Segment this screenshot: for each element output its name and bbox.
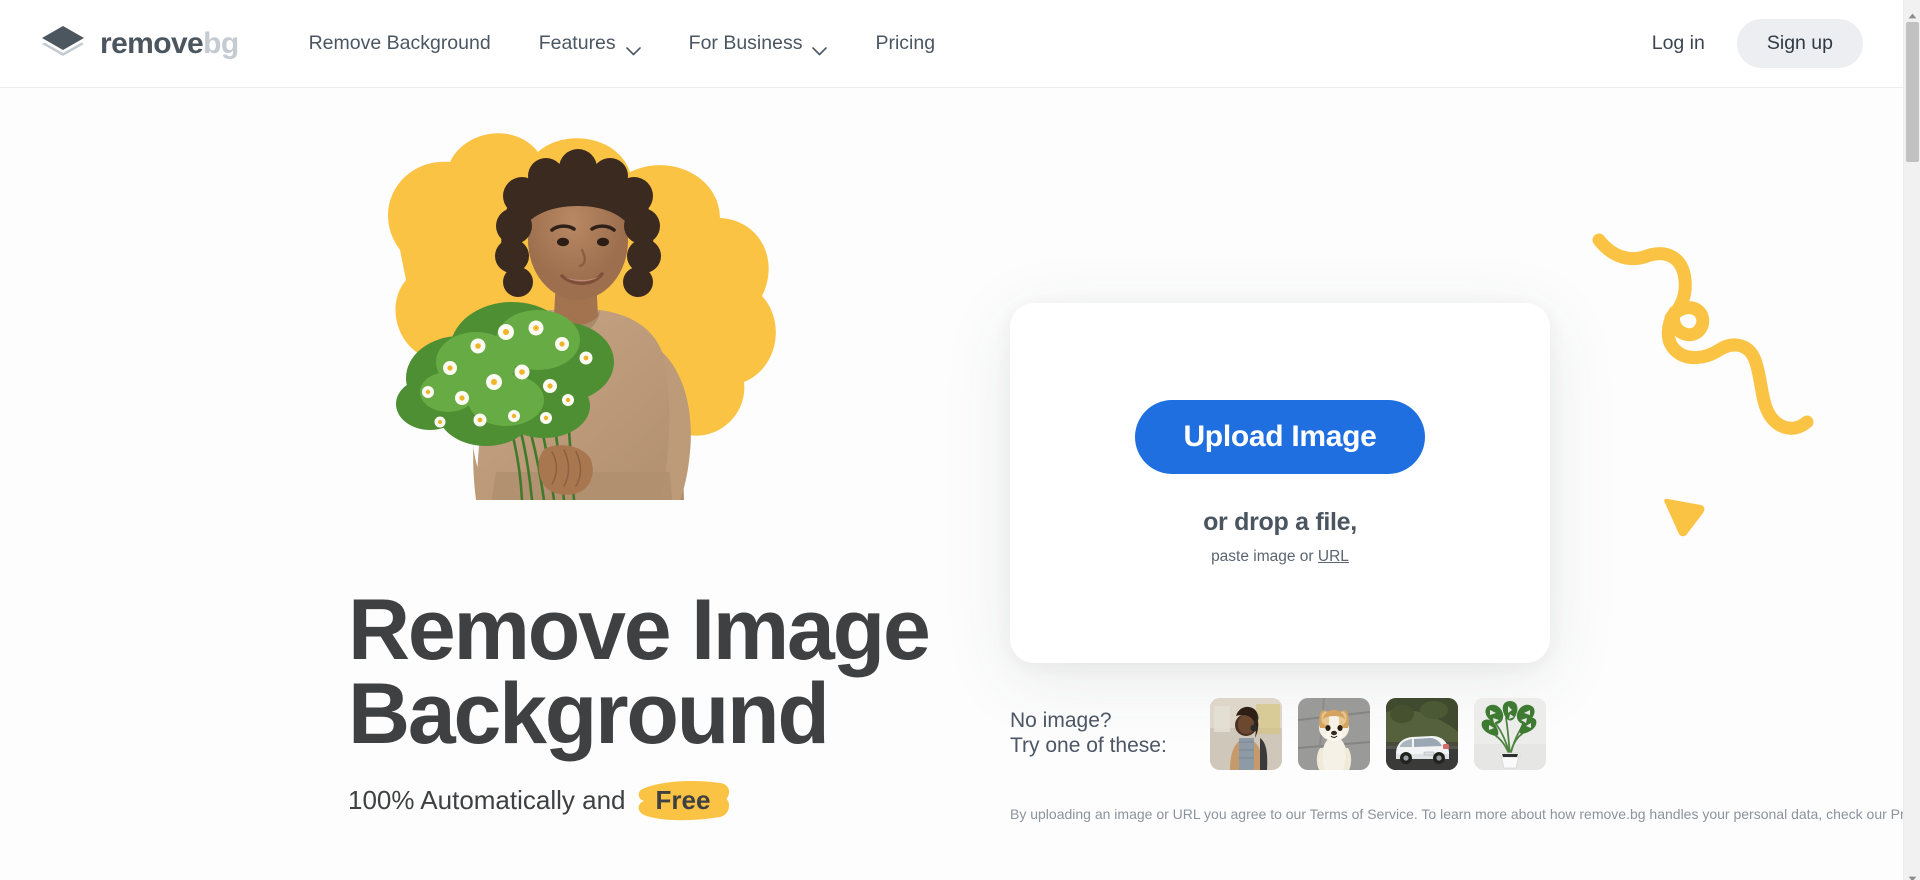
hero-photo: [300, 100, 820, 500]
scroll-down-button[interactable]: [1904, 863, 1920, 880]
sample-monstera-plant[interactable]: [1474, 698, 1546, 770]
hero-copy: Remove Image Background 100% Automatical…: [348, 587, 968, 821]
drop-file-text: or drop a file,: [1203, 508, 1357, 536]
sample-images-label: No image? Try one of these:: [1010, 709, 1210, 759]
brand-name-secondary: bg: [203, 26, 239, 60]
paste-hint-prefix: paste image or: [1211, 548, 1314, 565]
nav-label: Features: [538, 32, 616, 54]
scroll-up-button[interactable]: [1904, 0, 1920, 18]
brand-logo-link[interactable]: removebg: [40, 24, 239, 64]
vertical-scrollbar[interactable]: [1903, 0, 1920, 880]
nav-item-pricing[interactable]: Pricing: [851, 22, 959, 65]
layers-diamond-icon: [40, 24, 86, 64]
scrollbar-thumb[interactable]: [1906, 22, 1919, 162]
free-highlight: Free: [636, 781, 733, 821]
nav-label: Remove Background: [308, 32, 491, 54]
sample-thumbnail-list: [1210, 698, 1546, 770]
brand-name: removebg: [100, 26, 239, 60]
sample-images-section: No image? Try one of these:: [1010, 698, 1546, 770]
nav-item-remove-background[interactable]: Remove Background: [297, 22, 515, 65]
nav-item-features[interactable]: Features: [515, 22, 665, 65]
hero-subtitle: 100% Automatically and Free: [348, 781, 968, 821]
scroll-down-arrow-icon: [1908, 869, 1917, 880]
signup-button[interactable]: Sign up: [1736, 19, 1863, 68]
main-navigation: Remove Background Features For Business: [297, 22, 1630, 65]
sample-label-line-2: Try one of these:: [1010, 734, 1167, 757]
url-link[interactable]: URL: [1318, 548, 1349, 565]
samples-footnote: By uploading an image or URL you agree t…: [1010, 806, 1903, 822]
sample-label-line-1: No image?: [1010, 709, 1112, 733]
chevron-down-icon: [812, 39, 828, 56]
hero-right-column: Upload Image or drop a file, paste image…: [950, 88, 1903, 880]
sample-person-on-phone[interactable]: [1210, 698, 1282, 770]
upload-image-button[interactable]: Upload Image: [1135, 400, 1425, 474]
hero-left-column: Remove Image Background 100% Automatical…: [0, 88, 950, 880]
header-actions: Log in Sign up: [1630, 19, 1863, 68]
hero-subtitle-prefix: 100% Automatically and: [348, 784, 626, 815]
login-link[interactable]: Log in: [1630, 20, 1727, 67]
hero-title-line-1: Remove Image: [348, 582, 931, 678]
yellow-down-triangle-icon: [1661, 498, 1707, 538]
paste-hint: paste image or URL: [1211, 548, 1349, 566]
hero-title-line-2: Background: [348, 666, 830, 763]
brand-name-primary: remove: [100, 26, 204, 60]
nav-label: Pricing: [875, 32, 936, 54]
sample-corgi-dog[interactable]: [1298, 698, 1370, 770]
hero-section: Remove Image Background 100% Automatical…: [0, 88, 1903, 880]
sample-white-car[interactable]: [1386, 698, 1458, 770]
site-header: removebg Remove Background Features For …: [0, 0, 1903, 88]
nav-item-for-business[interactable]: For Business: [665, 22, 852, 65]
page-title: Remove Image Background: [348, 587, 968, 757]
nav-label: For Business: [688, 32, 803, 54]
free-label: Free: [655, 784, 711, 815]
yellow-squiggle-icon: [1591, 228, 1851, 458]
page-root: removebg Remove Background Features For …: [0, 0, 1903, 880]
chevron-down-icon: [625, 39, 641, 56]
upload-dropzone-card[interactable]: Upload Image or drop a file, paste image…: [1010, 303, 1550, 663]
scroll-up-arrow-icon: [1908, 6, 1917, 18]
